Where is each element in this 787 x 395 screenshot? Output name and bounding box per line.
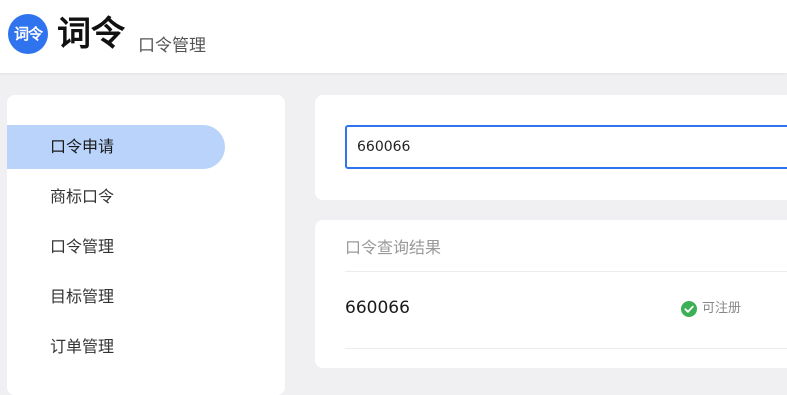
sidebar-item-command-management[interactable]: 口令管理 [7, 225, 225, 269]
search-card [315, 95, 787, 200]
logo-icon[interactable]: 词令 [8, 14, 48, 54]
sidebar-item-order-management[interactable]: 订单管理 [7, 325, 225, 369]
results-card: 口令查询结果 660066 可注册 [315, 220, 787, 368]
sidebar: 口令申请 商标口令 口令管理 目标管理 订单管理 [7, 95, 285, 395]
status-badge: 可注册 [681, 300, 741, 318]
page-subtitle: 口令管理 [138, 36, 206, 56]
results-title: 口令查询结果 [345, 238, 442, 257]
result-code: 660066 [345, 298, 410, 318]
status-text: 可注册 [702, 301, 742, 316]
check-circle-icon [681, 301, 697, 317]
sidebar-item-target-management[interactable]: 目标管理 [7, 275, 225, 319]
sidebar-item-trademark-command[interactable]: 商标口令 [7, 175, 225, 219]
search-input[interactable] [345, 125, 787, 169]
sidebar-item-command-apply[interactable]: 口令申请 [7, 125, 225, 169]
app-header: 词令 词令 口令管理 [0, 0, 787, 73]
brand-name: 词令 [57, 14, 125, 54]
divider [345, 271, 787, 272]
divider [345, 348, 787, 349]
